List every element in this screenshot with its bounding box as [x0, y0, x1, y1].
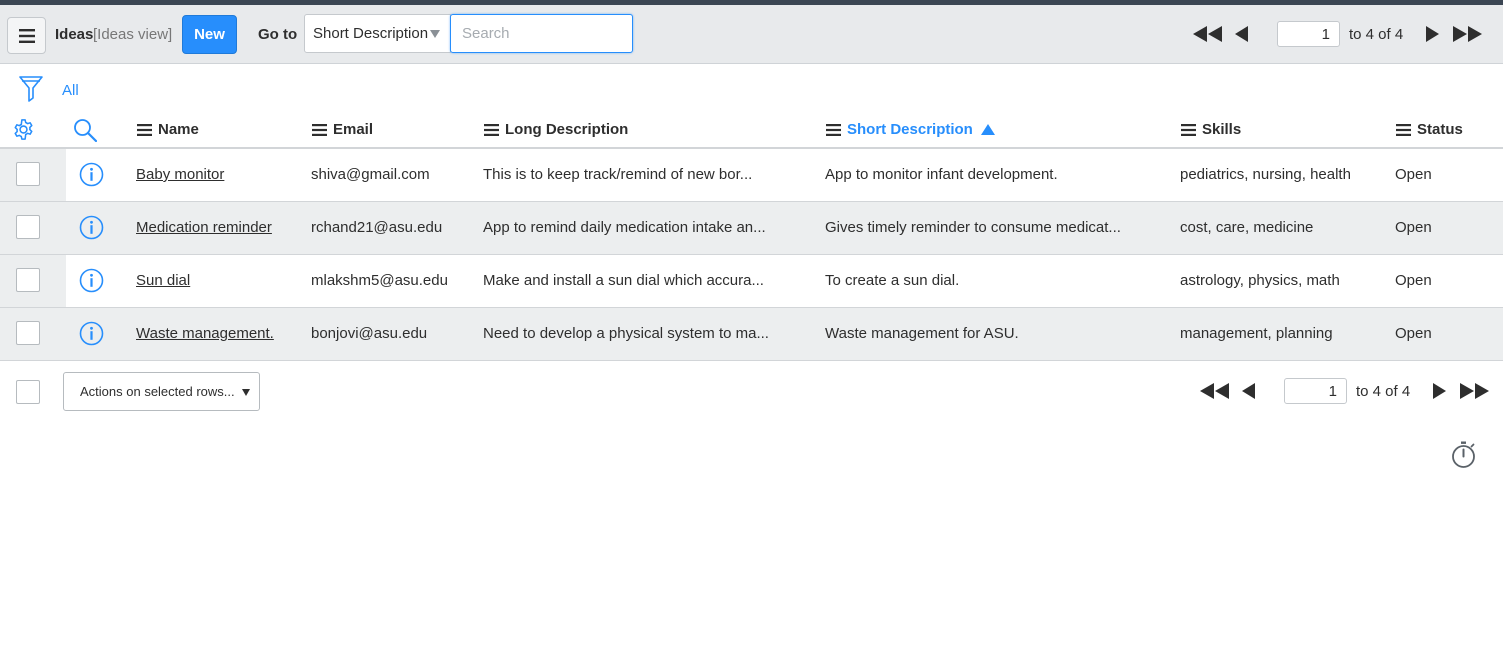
- column-menu-icon: [1396, 123, 1411, 136]
- chevron-down-icon: [430, 30, 440, 38]
- last-page-icon[interactable]: [1452, 22, 1484, 46]
- info-icon[interactable]: [79, 215, 104, 240]
- row-checkbox[interactable]: [16, 268, 40, 292]
- goto-label: Go to: [258, 26, 298, 43]
- search-input[interactable]: [450, 14, 633, 53]
- page-range-text: to 4 of 4: [1356, 382, 1411, 400]
- breadcrumb-all[interactable]: All: [62, 82, 79, 99]
- list-footer: Actions on selected rows... to 4 of 4: [0, 360, 1503, 420]
- next-page-icon[interactable]: [1427, 379, 1451, 403]
- cell-short-description: To create a sun dial.: [825, 272, 960, 289]
- cell-long-description: Need to develop a physical system to ma.…: [483, 325, 769, 342]
- column-label: Skills: [1202, 121, 1242, 138]
- column-header-name[interactable]: Name: [137, 121, 199, 138]
- chevron-down-icon: [242, 389, 250, 396]
- table-body: Baby monitor shiva@gmail.com This is to …: [0, 149, 1503, 361]
- column-header-email[interactable]: Email: [312, 121, 373, 138]
- cell-status: Open: [1395, 219, 1432, 236]
- cell-name[interactable]: Baby monitor: [136, 166, 224, 183]
- list-title: Ideas: [55, 26, 94, 43]
- filter-funnel-icon[interactable]: [19, 76, 43, 103]
- cell-status: Open: [1395, 325, 1432, 342]
- column-label: Name: [158, 121, 199, 138]
- cell-status: Open: [1395, 166, 1432, 183]
- actions-select-label: Actions on selected rows...: [80, 384, 235, 399]
- column-header-skills[interactable]: Skills: [1181, 121, 1241, 138]
- page-number-input[interactable]: [1284, 378, 1347, 404]
- row-select-cell: [0, 255, 66, 307]
- cell-name[interactable]: Waste management.: [136, 325, 274, 342]
- filter-breadcrumb-row: All: [0, 65, 1503, 111]
- list-view-name: [Ideas view]: [93, 26, 173, 43]
- table-row: Baby monitor shiva@gmail.com This is to …: [0, 149, 1503, 202]
- first-page-icon[interactable]: [1192, 22, 1224, 46]
- column-label: Short Description: [847, 121, 973, 138]
- search-field-select[interactable]: Short Description: [304, 14, 451, 53]
- cell-long-description: Make and install a sun dial which accura…: [483, 272, 764, 289]
- column-label: Status: [1417, 121, 1463, 138]
- sort-ascending-icon: [980, 124, 995, 135]
- row-select-cell: [0, 202, 66, 254]
- column-label: Email: [333, 121, 374, 138]
- last-page-icon[interactable]: [1459, 379, 1491, 403]
- column-menu-icon: [1181, 123, 1196, 136]
- next-page-icon[interactable]: [1420, 22, 1444, 46]
- table-row: Medication reminder rchand21@asu.edu App…: [0, 202, 1503, 255]
- column-menu-icon: [826, 123, 841, 136]
- cell-long-description: App to remind daily medication intake an…: [483, 219, 766, 236]
- column-menu-icon: [137, 123, 152, 136]
- search-field-selected-value: Short Description: [313, 25, 429, 42]
- select-all-checkbox[interactable]: [16, 380, 40, 404]
- bottom-pager: to 4 of 4: [1199, 378, 1491, 404]
- row-select-cell: [0, 149, 66, 201]
- prev-page-icon[interactable]: [1230, 22, 1254, 46]
- cell-short-description: Gives timely reminder to consume medicat…: [825, 219, 1121, 236]
- top-pager: to 4 of 4: [1192, 21, 1484, 47]
- cell-email: mlakshm5@asu.edu: [311, 272, 448, 289]
- table-header-row: Name Email Long Description Short Descri…: [0, 111, 1503, 149]
- table-row: Waste management. bonjovi@asu.edu Need t…: [0, 308, 1503, 361]
- column-header-long-description[interactable]: Long Description: [484, 121, 628, 138]
- info-icon[interactable]: [79, 268, 104, 293]
- cell-skills: pediatrics, nursing, health: [1180, 166, 1351, 183]
- list-toolbar: Ideas [Ideas view] New Go to Short Descr…: [0, 5, 1503, 64]
- cell-short-description: App to monitor infant development.: [825, 166, 1058, 183]
- cell-status: Open: [1395, 272, 1432, 289]
- cell-email: shiva@gmail.com: [311, 166, 430, 183]
- cell-email: rchand21@asu.edu: [311, 219, 443, 236]
- info-icon[interactable]: [79, 321, 104, 346]
- cell-name[interactable]: Sun dial: [136, 272, 190, 289]
- list-context-menu-button[interactable]: [7, 17, 46, 54]
- table-row: Sun dial mlakshm5@asu.edu Make and insta…: [0, 255, 1503, 308]
- column-menu-icon: [312, 123, 327, 136]
- cell-skills: cost, care, medicine: [1180, 219, 1314, 236]
- search-icon[interactable]: [73, 118, 97, 142]
- page-number-input[interactable]: [1277, 21, 1340, 47]
- cell-skills: astrology, physics, math: [1180, 272, 1340, 289]
- cell-skills: management, planning: [1180, 325, 1333, 342]
- row-checkbox[interactable]: [16, 162, 40, 186]
- column-menu-icon: [484, 123, 499, 136]
- row-checkbox[interactable]: [16, 321, 40, 345]
- prev-page-icon[interactable]: [1237, 379, 1261, 403]
- hamburger-menu-icon: [18, 28, 35, 43]
- cell-email: bonjovi@asu.edu: [311, 325, 428, 342]
- page-range-text: to 4 of 4: [1349, 25, 1404, 43]
- first-page-icon[interactable]: [1199, 379, 1231, 403]
- column-header-short-description[interactable]: Short Description: [826, 121, 995, 138]
- cell-name[interactable]: Medication reminder: [136, 219, 272, 236]
- gear-icon[interactable]: [12, 118, 35, 141]
- info-icon[interactable]: [79, 162, 104, 187]
- actions-on-selected-rows-select[interactable]: Actions on selected rows...: [63, 372, 260, 411]
- cell-long-description: This is to keep track/remind of new bor.…: [483, 166, 753, 183]
- new-button[interactable]: New: [182, 15, 237, 54]
- row-checkbox[interactable]: [16, 215, 40, 239]
- cell-short-description: Waste management for ASU.: [825, 325, 1019, 342]
- column-header-status[interactable]: Status: [1396, 121, 1463, 138]
- row-select-cell: [0, 308, 66, 360]
- column-label: Long Description: [505, 121, 629, 138]
- timer-icon[interactable]: [1451, 441, 1476, 469]
